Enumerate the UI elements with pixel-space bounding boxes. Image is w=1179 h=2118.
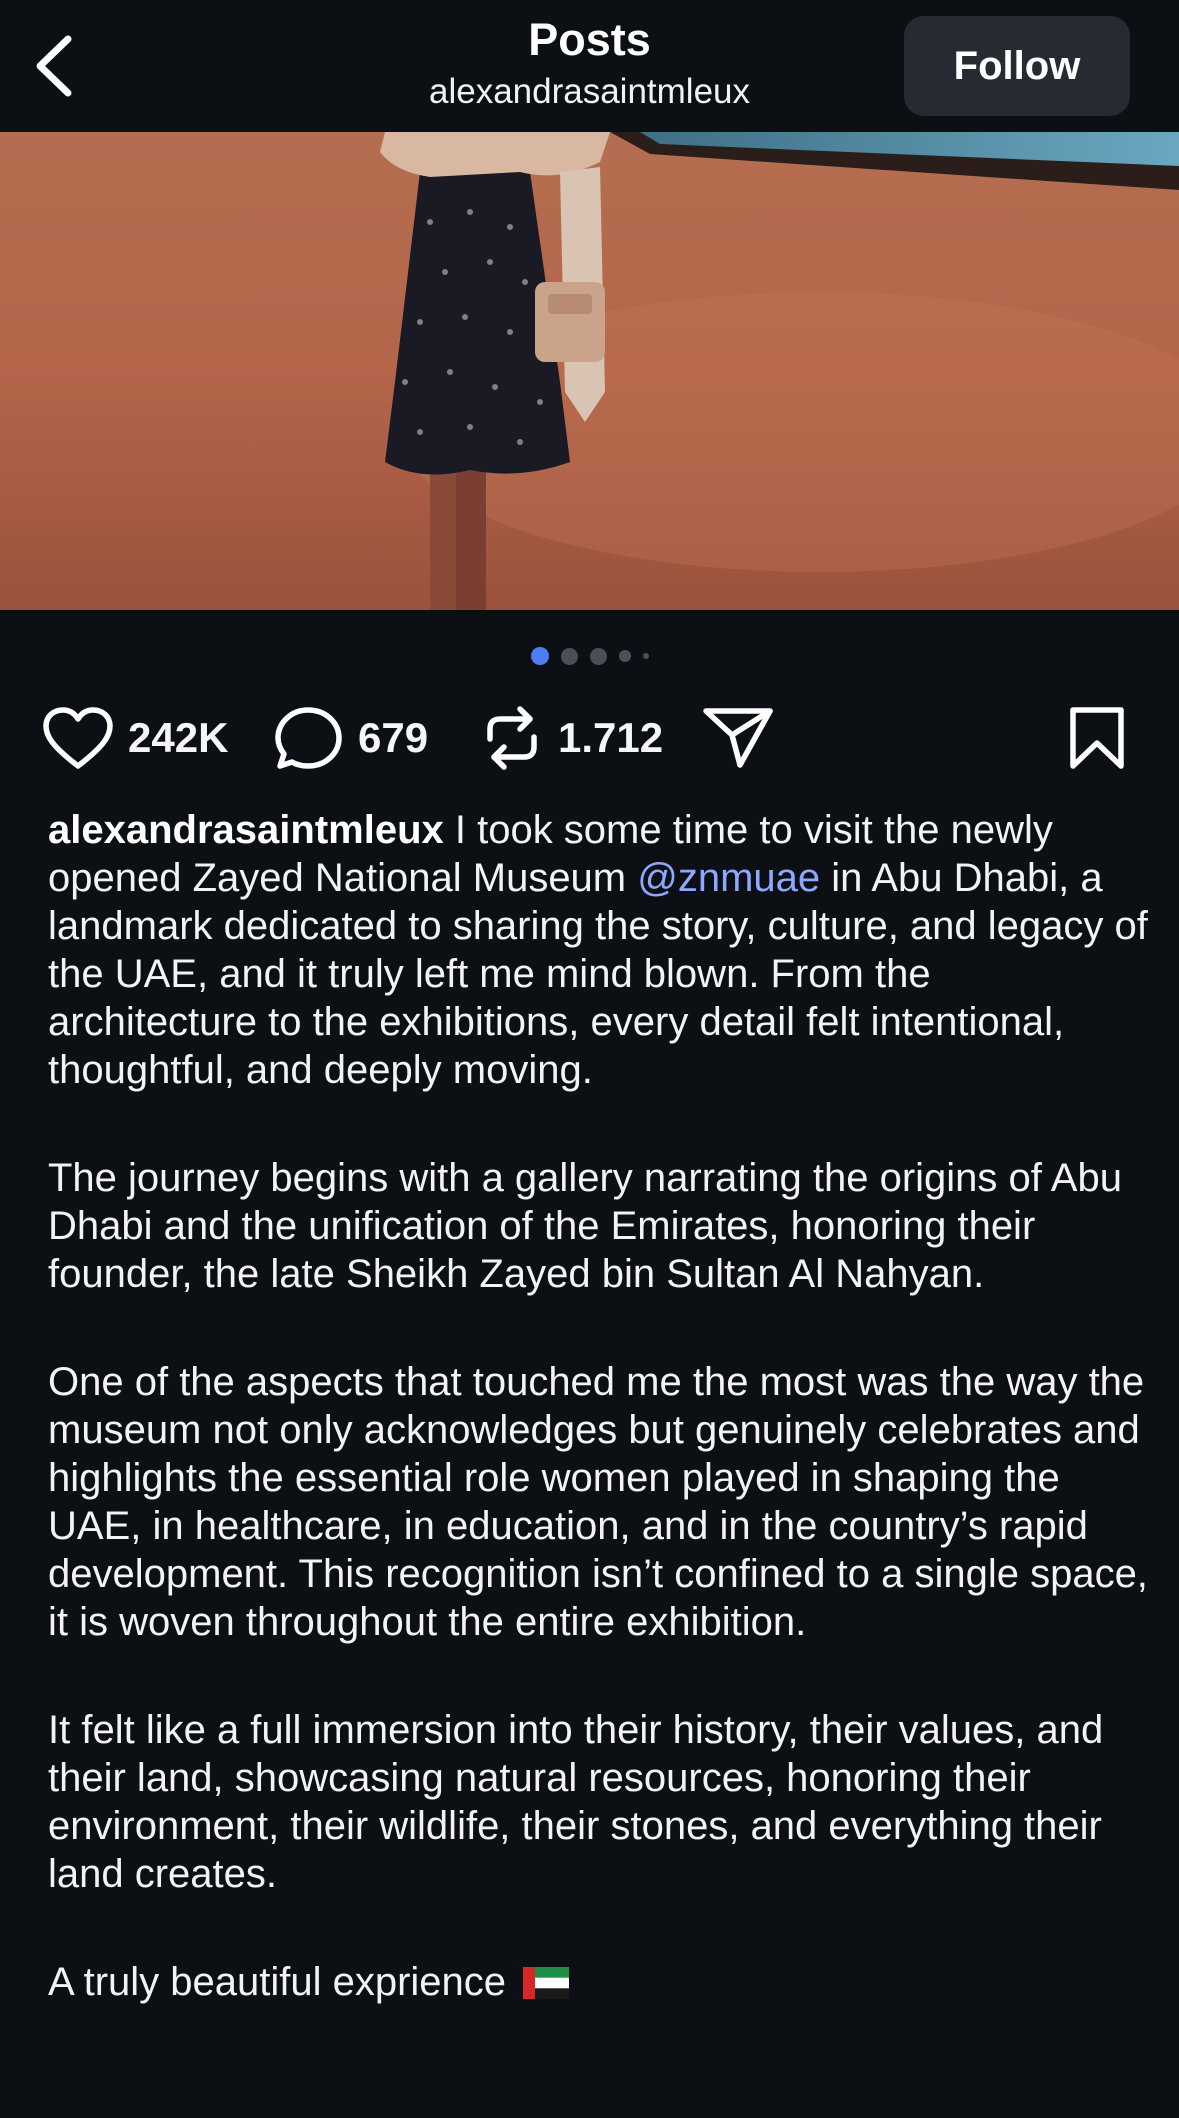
carousel-dot <box>589 647 607 665</box>
repost-button[interactable]: 1.712 <box>480 700 663 776</box>
back-button[interactable] <box>18 26 90 106</box>
carousel-dot <box>618 650 631 662</box>
like-count[interactable]: 242K <box>128 714 228 762</box>
repost-icon <box>487 706 537 770</box>
page-title: Posts <box>528 14 651 65</box>
caption-text: A truly beautiful exprience <box>48 1960 507 2004</box>
post-photo-art <box>0 132 1179 610</box>
carousel-dot <box>642 653 649 659</box>
comment-count[interactable]: 679 <box>358 714 428 762</box>
send-icon <box>703 708 773 768</box>
mention-link[interactable]: @znmuae <box>637 856 820 900</box>
post-photo[interactable] <box>0 132 1179 610</box>
comment-bubble-icon <box>275 707 342 769</box>
comment-button[interactable]: 679 <box>274 700 428 776</box>
carousel-dot-active <box>530 647 549 665</box>
heart-icon <box>43 707 113 769</box>
action-bar: 242K 679 1.712 <box>0 700 1179 776</box>
like-button[interactable]: 242K <box>42 700 228 776</box>
account-username[interactable]: alexandrasaintmleux <box>300 70 879 114</box>
repost-count[interactable]: 1.712 <box>558 714 663 762</box>
post-caption: alexandrasaintmleux I took some time to … <box>48 806 1148 2066</box>
caption-username[interactable]: alexandrasaintmleux <box>48 808 444 852</box>
post-screen: Posts alexandrasaintmleux Follow 242K 67… <box>0 0 1179 2118</box>
caption-paragraph-2: The journey begins with a gallery narrat… <box>48 1156 1122 1296</box>
uae-flag-icon <box>523 1967 570 1999</box>
follow-button[interactable]: Follow <box>904 16 1130 116</box>
chevron-left-icon <box>36 35 72 97</box>
save-button[interactable] <box>1068 700 1126 776</box>
caption-paragraph-1: alexandrasaintmleux I took some time to … <box>48 806 1148 1094</box>
share-button[interactable] <box>702 700 774 776</box>
header-bar: Posts alexandrasaintmleux Follow <box>0 0 1179 132</box>
caption-paragraph-5: A truly beautiful exprience <box>48 1958 1148 2006</box>
carousel-dot <box>560 647 578 665</box>
header-titles: Posts alexandrasaintmleux <box>300 12 879 114</box>
caption-paragraph-3: One of the aspects that touched me the m… <box>48 1360 1148 1644</box>
bookmark-icon <box>1070 707 1124 769</box>
carousel-indicator <box>0 640 1179 672</box>
caption-paragraph-4: It felt like a full immersion into their… <box>48 1708 1104 1896</box>
